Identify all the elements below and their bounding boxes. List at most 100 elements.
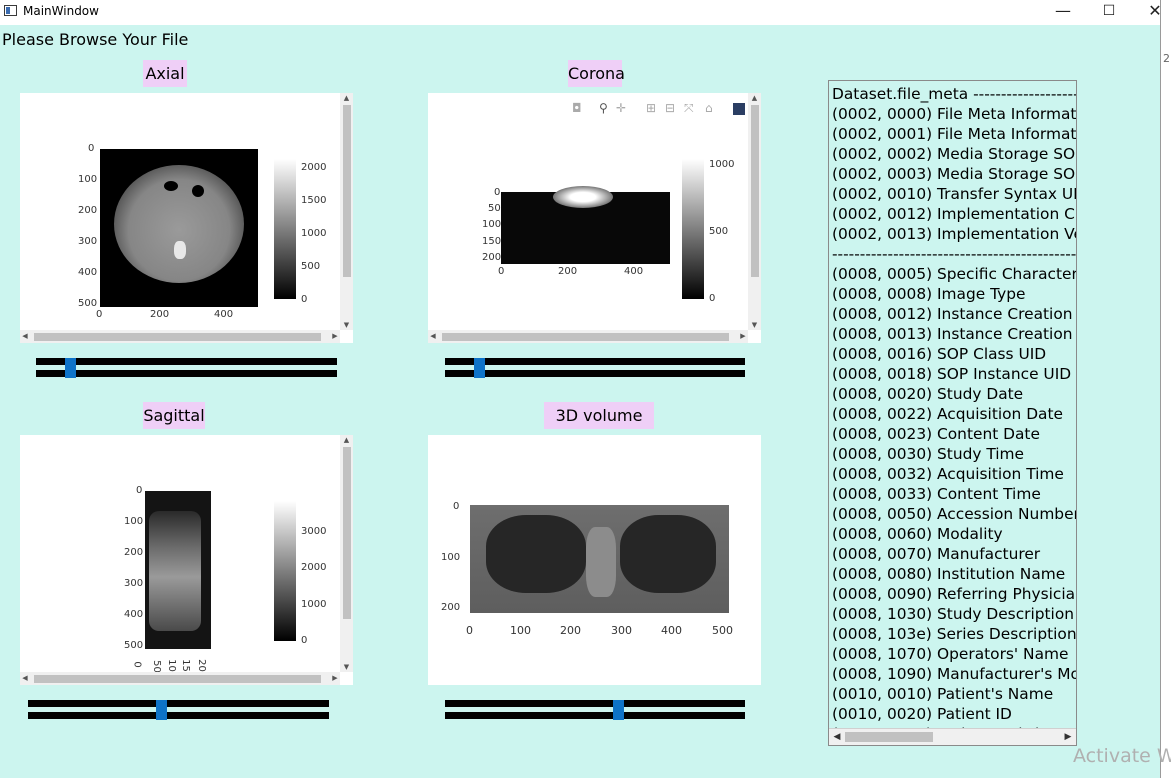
- camera-icon[interactable]: ◘: [572, 101, 582, 115]
- metadata-line: (0002, 0000) File Meta Information Group…: [832, 105, 1077, 123]
- scroll-right-icon[interactable]: ▶: [1060, 729, 1076, 745]
- browse-file-label[interactable]: Please Browse Your File: [2, 30, 188, 49]
- sagittal-ytick-3: 300: [124, 578, 144, 589]
- sagittal-view[interactable]: 0 100 200 300 400 500 0 50 10( 15( 20( 3…: [20, 435, 353, 685]
- client-area: Please Browse Your File Axial Corona Sag…: [0, 25, 1160, 778]
- maximize-button[interactable]: ☐: [1086, 0, 1132, 25]
- sagittal-xtick-1: 50: [150, 660, 162, 673]
- scroll-up-icon[interactable]: ▲: [748, 93, 761, 103]
- scroll-right-icon[interactable]: ▶: [738, 330, 748, 343]
- axial-cbar-tick-3: 500: [301, 261, 321, 272]
- corona-slider[interactable]: [445, 358, 745, 378]
- sagittal-ytick-0: 0: [136, 485, 143, 496]
- metadata-hscroll[interactable]: ◀ ▶: [829, 728, 1076, 745]
- activate-windows-watermark: Activate W: [1073, 745, 1171, 767]
- sagittal-slider-handle[interactable]: [156, 700, 167, 720]
- metadata-line: (0002, 0013) Implementation Version Name: [832, 225, 1076, 243]
- axial-ytick-1: 100: [78, 174, 98, 185]
- axial-gas-1: [164, 181, 178, 191]
- sagittal-vscroll[interactable]: ▲ ▼: [340, 435, 353, 672]
- dicom-metadata-textbox[interactable]: Dataset.file_meta ----------------------…: [828, 80, 1077, 746]
- scroll-right-icon[interactable]: ▶: [330, 672, 340, 685]
- axial-cbar-tick-4: 0: [301, 294, 308, 305]
- corona-slider-handle[interactable]: [474, 358, 485, 378]
- zoom-out-icon[interactable]: ⊟: [665, 101, 675, 115]
- volume-lung-right: [620, 515, 716, 593]
- volume-ytick-1: 100: [441, 552, 461, 563]
- title-bar: MainWindow — ☐ ✕: [0, 0, 1160, 25]
- sagittal-slider-track-bottom: [28, 712, 329, 719]
- home-icon[interactable]: ⌂: [705, 101, 713, 115]
- scroll-left-icon[interactable]: ◀: [20, 672, 30, 685]
- corona-vscroll[interactable]: ▲ ▼: [748, 93, 761, 330]
- scroll-down-icon[interactable]: ▼: [340, 662, 353, 672]
- volume-slider[interactable]: [445, 700, 745, 720]
- scroll-left-icon[interactable]: ◀: [829, 729, 845, 745]
- metadata-line: (0002, 0002) Media Storage SOP Class UID: [832, 145, 1076, 163]
- axial-vscroll-thumb[interactable]: [343, 105, 351, 277]
- zoom-in-icon[interactable]: ⊞: [646, 101, 656, 115]
- axial-title: Axial: [143, 60, 187, 87]
- axial-slider-handle[interactable]: [65, 358, 76, 378]
- scroll-down-icon[interactable]: ▼: [748, 320, 761, 330]
- metadata-line: (0008, 0032) Acquisition Time: [832, 465, 1064, 483]
- sagittal-cbar-tick-1: 2000: [301, 562, 327, 573]
- sagittal-cbar-tick-0: 3000: [301, 526, 327, 537]
- corona-hscroll-thumb[interactable]: [442, 333, 729, 341]
- sagittal-ytick-1: 100: [124, 516, 144, 527]
- volume-xtick-1: 100: [510, 624, 531, 637]
- axial-slider[interactable]: [36, 358, 337, 378]
- sagittal-slider[interactable]: [28, 700, 329, 720]
- scroll-left-icon[interactable]: ◀: [20, 330, 30, 343]
- metadata-line: (0008, 0016) SOP Class UID: [832, 345, 1047, 363]
- metadata-line: (0008, 0020) Study Date: [832, 385, 1024, 403]
- zoom-icon[interactable]: ⚲: [599, 101, 608, 115]
- scroll-right-icon[interactable]: ▶: [330, 330, 340, 343]
- metadata-line: (0008, 0080) Institution Name: [832, 565, 1066, 583]
- corona-slider-track-bottom: [445, 370, 745, 377]
- metadata-line: (0008, 1030) Study Description: [832, 605, 1075, 623]
- corona-view[interactable]: ◘ ⚲ ✛ ⊞ ⊟ ⤧ ⌂ 0 50 100 150 200 0 200 400…: [428, 93, 761, 343]
- volume-mediastinum: [586, 527, 616, 597]
- sagittal-ytick-4: 400: [124, 609, 144, 620]
- sagittal-title: Sagittal: [143, 402, 205, 429]
- plotly-logo-icon[interactable]: [733, 103, 745, 115]
- autoscale-icon[interactable]: ⤧: [684, 101, 694, 116]
- volume-slider-handle[interactable]: [613, 700, 624, 720]
- volume-view[interactable]: 0 100 200 0 100 200 300 400 500: [428, 435, 761, 685]
- axial-xtick-0: 0: [96, 309, 103, 320]
- sagittal-xtick-0: 0: [131, 661, 143, 668]
- axial-ytick-0: 0: [88, 143, 95, 154]
- corona-ytick-1: 50: [488, 203, 501, 214]
- app-icon: [4, 5, 17, 16]
- background-text: 2: [1163, 52, 1170, 65]
- volume-title: 3D volume: [544, 402, 654, 429]
- sagittal-hscroll-thumb[interactable]: [34, 675, 321, 683]
- pan-icon[interactable]: ✛: [616, 101, 626, 115]
- sagittal-colorbar: [274, 501, 296, 641]
- axial-hscroll[interactable]: ◀ ▶: [20, 330, 340, 343]
- minimize-button[interactable]: —: [1040, 0, 1086, 25]
- corona-bright-region: [553, 186, 613, 208]
- volume-slider-track-top: [445, 700, 745, 707]
- axial-cbar-tick-1: 1500: [301, 195, 327, 206]
- metadata-line: (0008, 0023) Content Date: [832, 425, 1040, 443]
- sagittal-cbar-tick-2: 1000: [301, 599, 327, 610]
- axial-vscroll[interactable]: ▲ ▼: [340, 93, 353, 330]
- axial-hscroll-thumb[interactable]: [34, 333, 321, 341]
- axial-ytick-4: 400: [78, 267, 98, 278]
- metadata-line: (0008, 0022) Acquisition Date: [832, 405, 1063, 423]
- corona-vscroll-thumb[interactable]: [751, 105, 759, 277]
- axial-gas-2: [192, 185, 204, 197]
- axial-view[interactable]: 0 100 200 300 400 500 0 200 400 2000 150…: [20, 93, 353, 343]
- scroll-down-icon[interactable]: ▼: [340, 320, 353, 330]
- metadata-line: (0008, 0018) SOP Instance UID: [832, 365, 1072, 383]
- scroll-up-icon[interactable]: ▲: [340, 93, 353, 103]
- metadata-hscroll-thumb[interactable]: [845, 732, 933, 742]
- close-button[interactable]: ✕: [1132, 0, 1160, 25]
- scroll-left-icon[interactable]: ◀: [428, 330, 438, 343]
- sagittal-hscroll[interactable]: ◀ ▶: [20, 672, 340, 685]
- corona-hscroll[interactable]: ◀ ▶: [428, 330, 748, 343]
- sagittal-vscroll-thumb[interactable]: [343, 447, 351, 619]
- scroll-up-icon[interactable]: ▲: [340, 435, 353, 445]
